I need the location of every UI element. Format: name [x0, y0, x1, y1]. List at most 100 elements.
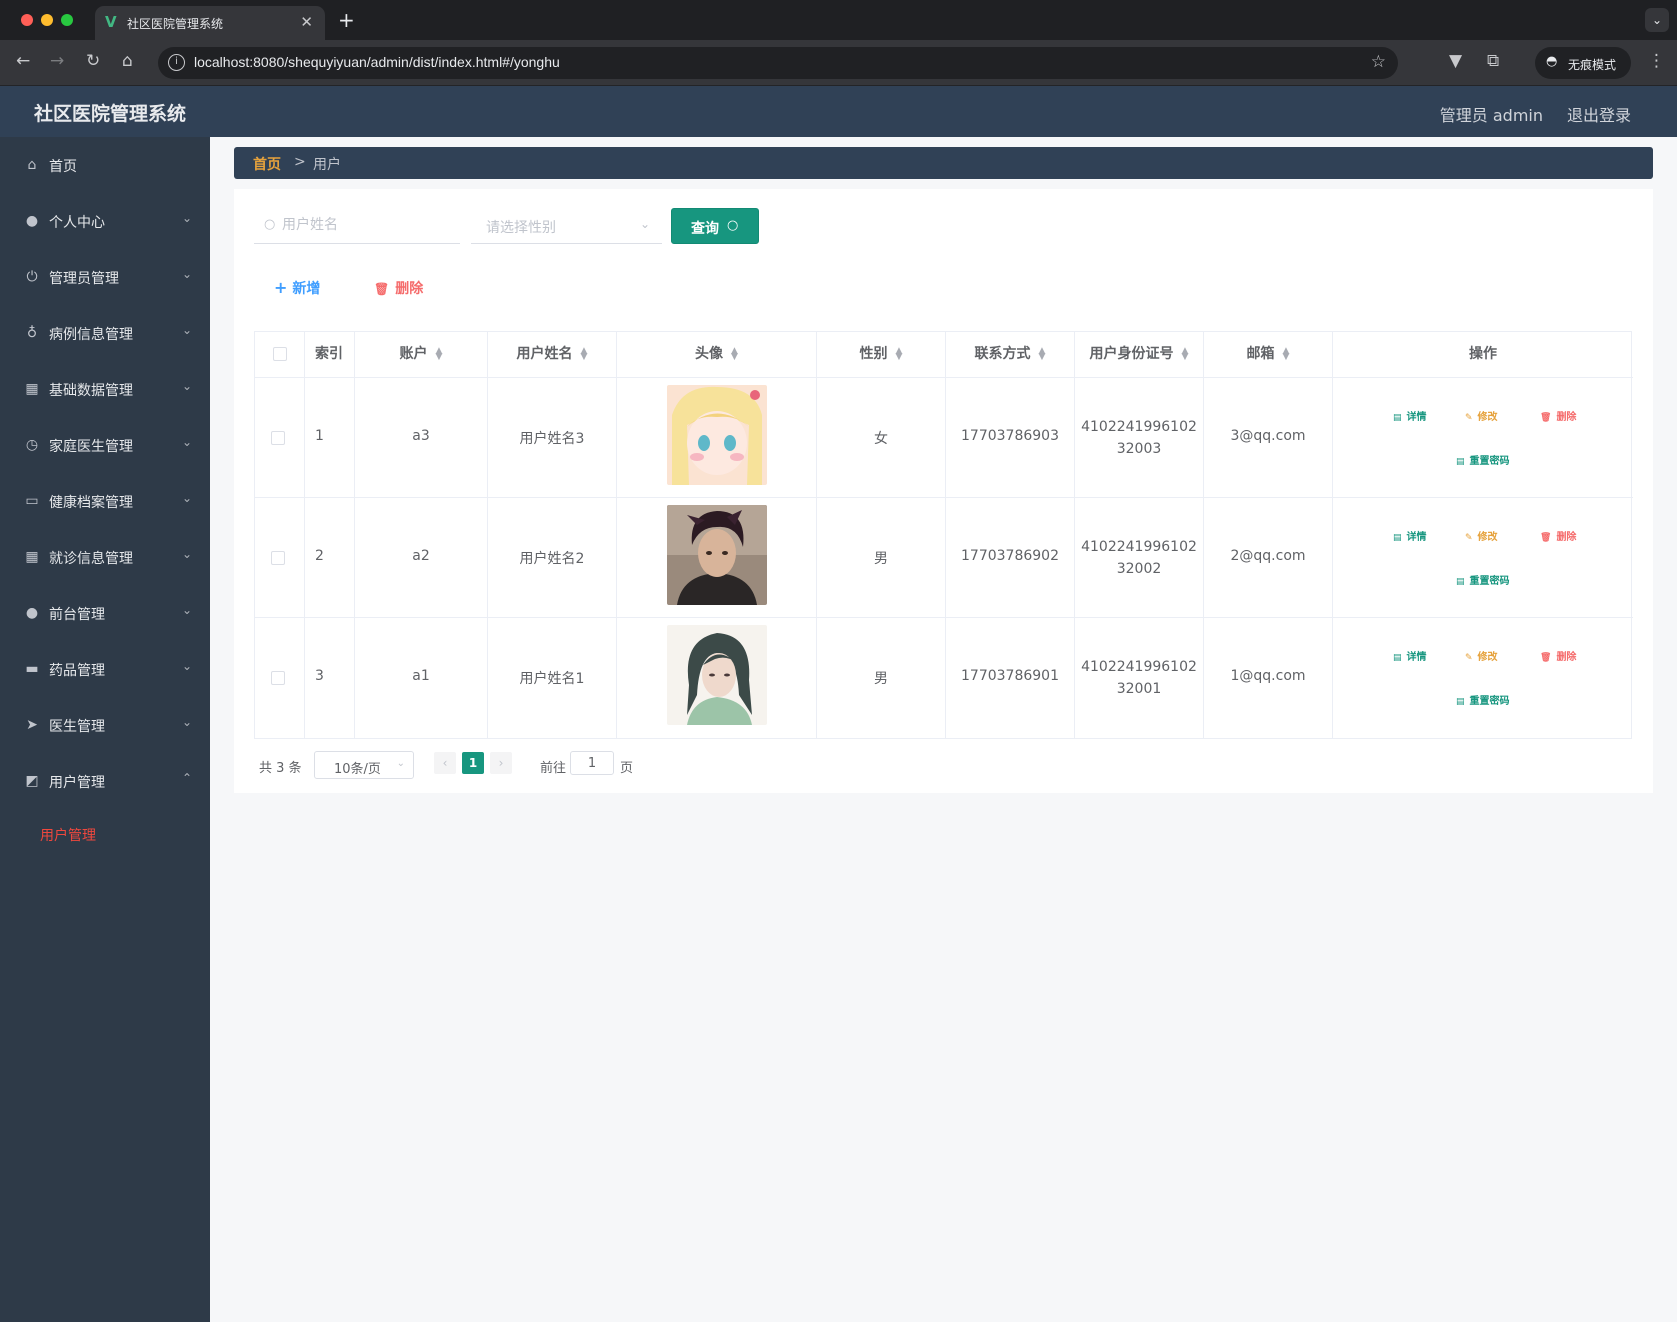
bookmark-star-icon[interactable]: ☆	[1371, 52, 1386, 72]
vue-devtools-icon[interactable]: ▼	[1449, 51, 1462, 71]
extensions-puzzle-icon[interactable]: ⧉	[1487, 51, 1499, 71]
row-checkbox[interactable]	[271, 671, 285, 685]
column-header-email[interactable]: 邮箱 ▲ ▼	[1204, 332, 1333, 378]
cell-text: 男	[874, 671, 888, 687]
chevron-up-icon: ⌃	[181, 771, 192, 785]
sidebar-item-family-doctor[interactable]: ◷ 家庭医生管理 ⌄	[0, 417, 210, 473]
trash-icon: 🗑	[1540, 533, 1552, 543]
home-icon[interactable]: ⌂	[122, 51, 133, 71]
sidebar-item-visits[interactable]: ▦ 就诊信息管理 ⌄	[0, 529, 210, 585]
select-all-checkbox[interactable]	[273, 347, 287, 361]
avatar[interactable]	[667, 385, 767, 485]
content-panel: ○ 请选择性别 ⌄ 查询 ○ +新增 🗑 删除 索引 账户 ▲▼ 用户姓名 ▲▼ 头像…	[234, 189, 1653, 793]
query-button[interactable]: 查询 ○	[671, 208, 759, 244]
sidebar-item-health-records[interactable]: ▭ 健康档案管理 ⌄	[0, 473, 210, 529]
column-header-label: 账户	[399, 346, 428, 362]
avatar[interactable]	[667, 505, 767, 605]
sidebar-item-admin[interactable]: ⏻ 管理员管理 ⌄	[0, 249, 210, 305]
page-size-select[interactable]: 10条/页 ⌄	[314, 751, 414, 779]
trash-icon: 🗑	[1540, 413, 1552, 423]
delete-button[interactable]: 🗑 删除	[1540, 408, 1576, 423]
sort-icon[interactable]: ▲ ▼	[1039, 347, 1046, 362]
gender-select[interactable]: 请选择性别 ⌄	[471, 208, 662, 244]
pagination-total: 共 3 条	[259, 761, 302, 776]
reset-password-button[interactable]: ▤ 重置密码	[1456, 452, 1510, 467]
chevron-down-icon: ⌄	[181, 211, 192, 225]
row-checkbox[interactable]	[271, 551, 285, 565]
column-header-account[interactable]: 账户 ▲ ▼	[355, 332, 488, 378]
chevron-down-icon[interactable]: ⌄	[1645, 8, 1669, 32]
minimize-window-button[interactable]	[41, 14, 53, 26]
reset-password-button[interactable]: ▤ 重置密码	[1456, 572, 1510, 587]
address-bar[interactable]: i localhost:8080/shequyiyuan/admin/dist/…	[158, 47, 1398, 79]
close-icon[interactable]: ✕	[300, 13, 313, 31]
sidebar-item-medicine[interactable]: ▬ 药品管理 ⌄	[0, 641, 210, 697]
column-header-id-number[interactable]: 用户身份证号 ▲ ▼	[1075, 332, 1204, 378]
edit-button[interactable]: ✎ 修改	[1465, 408, 1498, 423]
logout-link[interactable]: 退出登录	[1567, 102, 1631, 126]
info-icon[interactable]: i	[168, 54, 185, 71]
avatar[interactable]	[667, 625, 767, 725]
maximize-window-button[interactable]	[61, 14, 73, 26]
sidebar-item-users[interactable]: ◩ 用户管理 ⌃	[0, 753, 210, 809]
detail-button[interactable]: ▤ 详情	[1393, 648, 1427, 663]
sidebar-item-doctors[interactable]: ➤ 医生管理 ⌄	[0, 697, 210, 753]
prev-page-button[interactable]: ‹	[434, 752, 456, 774]
app-title: 社区医院管理系统	[34, 103, 187, 125]
browser-tab[interactable]: V 社区医院管理系统 ✕	[95, 6, 325, 40]
pagination-goto-input[interactable]	[570, 751, 614, 775]
column-header-avatar[interactable]: 头像 ▲ ▼	[617, 332, 817, 378]
sort-icon[interactable]: ▲ ▼	[731, 347, 738, 362]
column-header-gender[interactable]: 性别 ▲ ▼	[817, 332, 946, 378]
next-page-button[interactable]: ›	[490, 752, 512, 774]
sort-icon[interactable]: ▲ ▼	[581, 347, 588, 362]
sidebar-subitem-user-management[interactable]: 用户管理	[0, 809, 210, 859]
sidebar-item-cases[interactable]: ♁ 病例信息管理 ⌄	[0, 305, 210, 361]
edit-button[interactable]: ✎ 修改	[1465, 648, 1498, 663]
reset-password-button[interactable]: ▤ 重置密码	[1456, 692, 1510, 707]
query-button-label: 查询	[691, 221, 719, 237]
cell-text: 3	[315, 668, 324, 684]
cell-text: 32003	[1116, 441, 1162, 457]
breadcrumb-home[interactable]: 首页	[253, 154, 281, 174]
edit-button[interactable]: ✎ 修改	[1465, 528, 1498, 543]
table-cell-phone: 17703786903	[946, 378, 1075, 498]
column-header-label: 联系方式	[974, 346, 1031, 362]
delete-button[interactable]: 🗑 删除	[1540, 648, 1576, 663]
reload-icon[interactable]: ↻	[86, 51, 100, 71]
row-checkbox[interactable]	[271, 431, 285, 445]
document-icon: ▤	[1456, 697, 1465, 707]
sort-icon[interactable]: ▲ ▼	[1182, 347, 1189, 362]
batch-delete-button[interactable]: 🗑 删除	[374, 278, 423, 298]
sidebar-item-personal-center[interactable]: ● 个人中心 ⌄	[0, 193, 210, 249]
sort-icon[interactable]: ▲ ▼	[1283, 347, 1290, 362]
forward-arrow-icon[interactable]: →	[50, 51, 64, 71]
close-window-button[interactable]	[21, 14, 33, 26]
name-search-input[interactable]	[282, 208, 452, 242]
cell-text: 用户姓名1	[519, 671, 585, 687]
column-header-label: 头像	[695, 346, 724, 362]
more-vertical-icon[interactable]: ⋮	[1648, 51, 1665, 71]
microphone-icon: ♁	[26, 325, 38, 341]
cell-text: 用户姓名3	[519, 431, 585, 447]
back-arrow-icon[interactable]: ←	[16, 51, 30, 71]
sidebar-item-label: 医生管理	[49, 719, 105, 735]
sort-icon[interactable]: ▲ ▼	[896, 347, 903, 362]
column-header-name[interactable]: 用户姓名 ▲ ▼	[488, 332, 617, 378]
page-number-1[interactable]: 1	[462, 752, 484, 774]
add-button[interactable]: + 新增	[274, 278, 320, 298]
sidebar-item-label: 就诊信息管理	[49, 551, 133, 567]
sidebar-item-base-data[interactable]: ▦ 基础数据管理 ⌄	[0, 361, 210, 417]
op-label: 删除	[1556, 412, 1577, 423]
delete-button[interactable]: 🗑 删除	[1540, 528, 1576, 543]
detail-button[interactable]: ▤ 详情	[1393, 408, 1427, 423]
sort-icon[interactable]: ▲ ▼	[436, 347, 443, 362]
op-label: 删除	[1556, 532, 1577, 543]
new-tab-plus-icon[interactable]: +	[338, 8, 355, 32]
incognito-badge[interactable]: ◓ 无痕模式	[1535, 47, 1631, 79]
sidebar-item-front-desk[interactable]: ● 前台管理 ⌄	[0, 585, 210, 641]
detail-button[interactable]: ▤ 详情	[1393, 528, 1427, 543]
column-header-phone[interactable]: 联系方式 ▲ ▼	[946, 332, 1075, 378]
chevron-down-icon: ⌄	[396, 758, 405, 769]
sidebar-item-home[interactable]: ⌂ 首页	[0, 137, 210, 193]
